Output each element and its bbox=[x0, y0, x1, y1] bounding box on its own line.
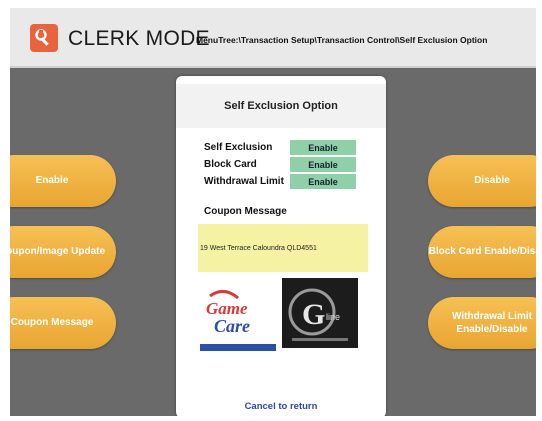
disable-button[interactable]: Disable bbox=[428, 155, 536, 207]
cancel-link[interactable]: Cancel to return bbox=[176, 401, 386, 412]
svg-text:G: G bbox=[302, 298, 325, 331]
coupon-message-box: 19 West Terrace Caloundra QLD4551 bbox=[198, 224, 368, 272]
block-card-toggle-button[interactable]: Block Card Enable/Disable bbox=[428, 226, 536, 278]
option-status-badge: Enable bbox=[290, 174, 356, 189]
gline-logo-image: G line bbox=[282, 278, 358, 348]
option-label: Self Exclusion bbox=[204, 142, 273, 153]
option-row-block-card: Block Card Enable bbox=[204, 157, 364, 173]
self-exclusion-panel: Self Exclusion Option Self Exclusion Ena… bbox=[176, 76, 386, 416]
option-row-self-exclusion: Self Exclusion Enable bbox=[204, 140, 364, 156]
option-status-badge: Enable bbox=[290, 157, 356, 172]
enable-button[interactable]: Enable bbox=[10, 155, 116, 207]
option-label: Withdrawal Limit bbox=[204, 176, 284, 187]
gamecare-logo-image: Game Care bbox=[200, 286, 276, 352]
svg-text:Care: Care bbox=[214, 316, 250, 336]
clerk-mode-screen: CLERK MODE MenuTree:\Transaction Setup\T… bbox=[10, 8, 536, 416]
coupon-message-button[interactable]: Coupon Message bbox=[10, 297, 116, 349]
coupon-message-label: Coupon Message bbox=[204, 206, 287, 217]
option-row-withdrawal-limit: Withdrawal Limit Enable bbox=[204, 174, 364, 190]
page-title: CLERK MODE bbox=[68, 27, 210, 50]
option-label: Block Card bbox=[204, 159, 257, 170]
option-status-badge: Enable bbox=[290, 140, 356, 155]
coupon-message-text: 19 West Terrace Caloundra QLD4551 bbox=[200, 244, 317, 252]
coupon-image-update-button[interactable]: Coupon/Image Update bbox=[10, 226, 116, 278]
header-bar: CLERK MODE MenuTree:\Transaction Setup\T… bbox=[10, 8, 536, 68]
svg-text:line: line bbox=[326, 312, 340, 322]
wrench-icon bbox=[30, 24, 58, 52]
breadcrumb: MenuTree:\Transaction Setup\Transaction … bbox=[196, 35, 488, 45]
withdrawal-limit-toggle-button[interactable]: Withdrawal Limit Enable/Disable bbox=[428, 297, 536, 349]
panel-title: Self Exclusion Option bbox=[176, 84, 386, 128]
